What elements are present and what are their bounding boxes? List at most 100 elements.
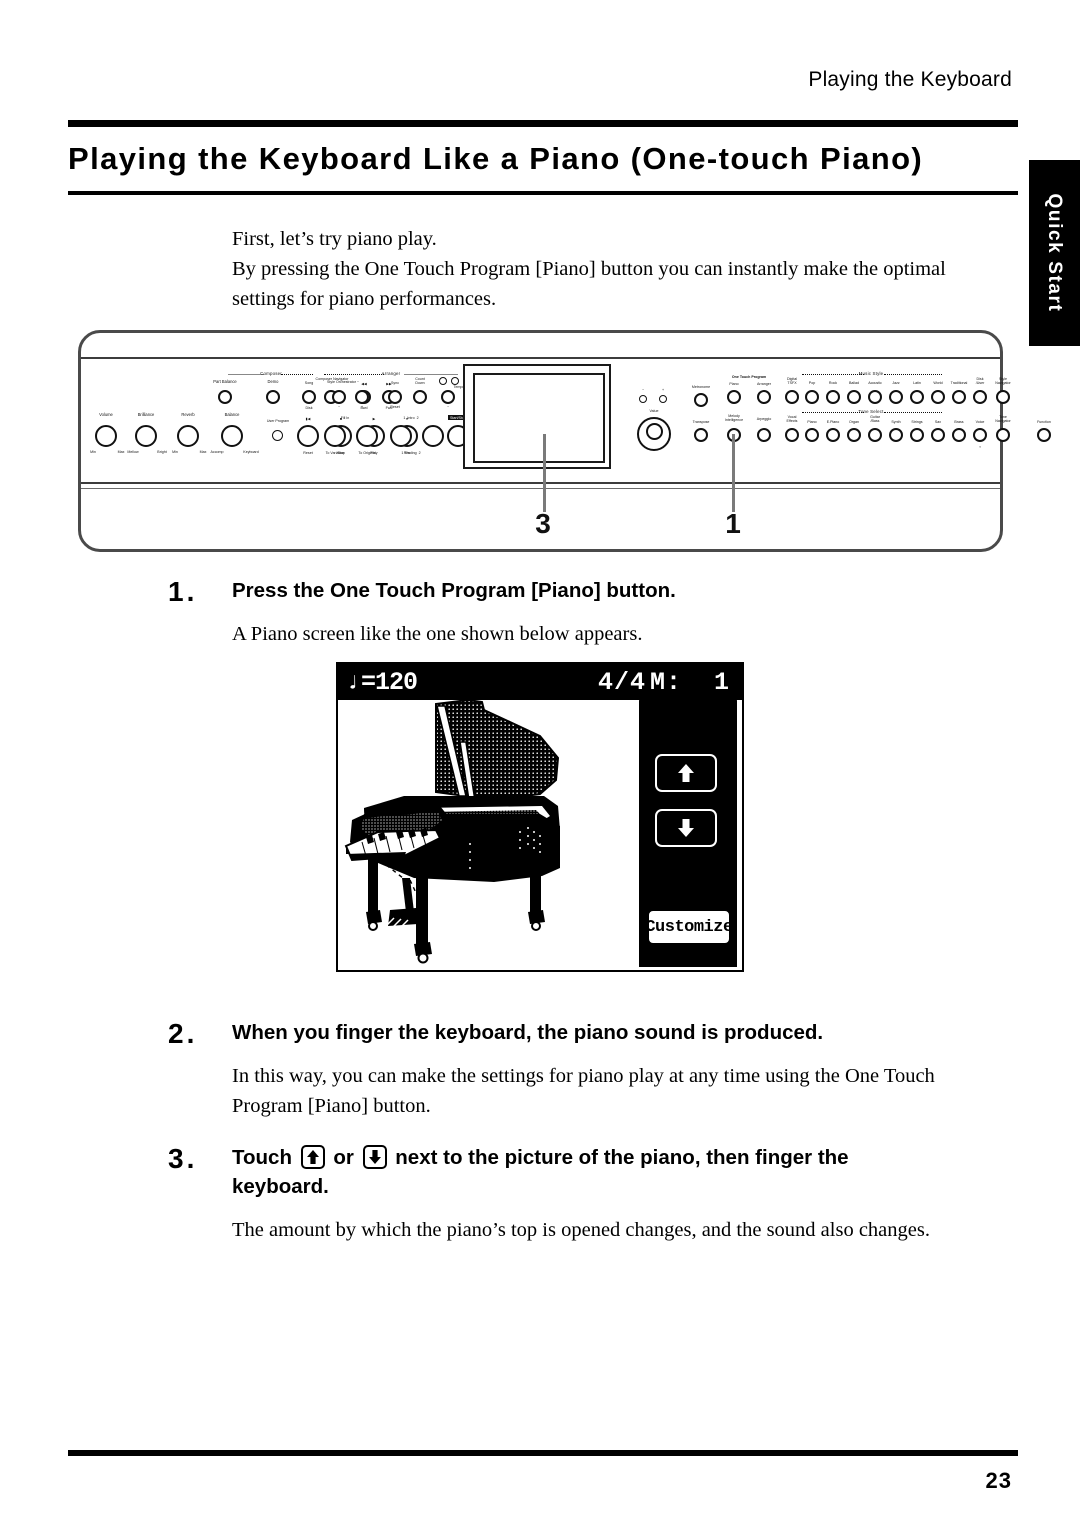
metronome-button[interactable] [694,393,708,407]
part-balance-button[interactable] [218,390,232,404]
function-button[interactable] [1037,428,1051,442]
composer-reset-button[interactable] [297,425,319,447]
count-down-button[interactable] [413,390,427,404]
callout-number-3: 3 [535,508,551,539]
arranger-dot-rule-left [324,374,384,376]
style-navigator-button[interactable] [996,390,1010,404]
tone-piano-button[interactable] [805,428,819,442]
tone-sax-button[interactable] [931,428,945,442]
inline-up-arrow-key[interactable] [300,1145,325,1169]
tone-organ-button[interactable] [847,428,861,442]
sync-label: Sync [391,381,399,385]
composer-song-button[interactable] [302,390,316,404]
tone-epiano-button[interactable] [826,428,840,442]
tone-brass-button[interactable] [952,428,966,442]
page-number: 23 [985,1468,1012,1493]
intro-2-ending-2-button[interactable] [422,425,444,447]
tone-voice-button[interactable] [973,428,987,442]
tempo-minus-button[interactable] [441,390,455,404]
grand-piano-illustration [344,698,560,964]
composer-bwd-icon: ◀◀ [361,382,367,386]
transpose-button[interactable] [694,428,708,442]
one-touch-program-arranger-button[interactable] [757,390,771,404]
step-2-body: In this way, you can make the settings f… [232,1061,968,1121]
composer-dot-rule-right [281,374,313,376]
title-rule-top [68,120,1018,127]
brilliance-knob[interactable] [135,425,157,447]
panel-lcd-display[interactable] [463,364,611,469]
digital-tsfx-button[interactable] [785,390,799,404]
intro-1-ending-1-button[interactable] [390,425,412,447]
music-style-jazz-button[interactable] [889,390,903,404]
volume-knob[interactable] [95,425,117,447]
one-touch-program-piano-button[interactable] [727,390,741,404]
step-2-number: 2. [168,1018,198,1049]
tone-epiano-label: E.Piano [826,420,840,424]
demo-button[interactable] [266,390,280,404]
callout-leader-3 [543,434,546,512]
music-style-acoustic-button[interactable] [868,390,882,404]
page-title: Playing the Keyboard Like a Piano (One-t… [68,141,924,176]
fill-in-to-variation-button[interactable] [324,425,346,447]
value-plus-button[interactable] [659,395,667,403]
lcd-customize-button[interactable]: Customize [645,909,733,945]
tone-strings-button[interactable] [910,428,924,442]
sync-button[interactable] [388,390,402,404]
step-3-heading-before: Touch [232,1146,292,1169]
down-arrow-icon [678,819,694,837]
music-style-disk-user-button[interactable] [973,390,987,404]
brilliance-label: Brilliance [137,412,155,417]
intro-line-1: First, let’s try piano play. [232,228,437,250]
style-orchestrator-minus-sign: − [337,405,341,409]
reverb-knob[interactable] [177,425,199,447]
tone-synth-label: Synth [891,420,901,424]
lcd-tempo-value: ♩=120 [347,668,418,697]
fill-in-to-original-button[interactable] [356,425,378,447]
composer-play-icon: ▶ [372,417,376,421]
arpeggio-button[interactable] [757,428,771,442]
value-minus-button[interactable] [639,395,647,403]
tone-navigator-label: Tone Navigator [995,415,1011,424]
up-arrow-icon [306,1150,319,1164]
tone-brass-label: Brass [954,420,964,424]
panel-lcd-display-screen[interactable] [473,373,605,463]
music-style-rock-button[interactable] [826,390,840,404]
user-program-button[interactable] [272,430,283,441]
inline-down-arrow-key[interactable] [362,1145,387,1169]
music-style-world-button[interactable] [931,390,945,404]
sync-reset-label: Reset [390,405,400,409]
vocal-effects-button[interactable] [785,428,799,442]
tone-guitar-bass-button[interactable] [868,428,882,442]
reverb-min-label: Min [172,450,178,454]
music-style-rock-label: Rock [828,381,838,385]
step-2-heading: When you finger the keyboard, the piano … [232,1021,824,1044]
brilliance-mellow-label: Mellow [127,450,139,454]
volume-min-label: Min [90,450,96,454]
lcd-down-arrow-button[interactable] [655,809,717,847]
composer-dot-rule-left [228,374,264,376]
tone-sax-label: Sax [934,420,942,424]
music-style-ballad-button[interactable] [847,390,861,404]
lcd-up-arrow-button[interactable] [655,754,717,792]
lcd-screenshot: ♩=120 4/4 M: 1 Customize [336,662,744,972]
volume-max-label: Max [117,450,125,454]
music-style-pop-button[interactable] [805,390,819,404]
balance-keyboard-label: Keyboard [243,450,259,454]
tone-navigator-button[interactable] [996,428,1010,442]
running-head: Playing the Keyboard [808,68,1012,91]
music-style-dot-rule-right [884,374,942,376]
style-orchestrator-plus-button[interactable] [355,390,369,404]
tone-guitar-bass-label: Guitar/Bass [870,415,880,424]
arpeggio-label: Arpeggio [756,417,772,421]
value-dial[interactable] [637,417,671,451]
music-style-traditional-button[interactable] [952,390,966,404]
transpose-label: Transpose [692,420,710,424]
tone-synth-button[interactable] [889,428,903,442]
balance-knob[interactable] [221,425,243,447]
style-orchestrator-minus-button[interactable] [332,390,346,404]
fill-in-label: Fill In [340,416,350,420]
one-touch-program-section-label: One Touch Program [731,375,767,379]
tone-organ-label: Organ [849,420,859,424]
tempo-led-1 [439,377,447,385]
music-style-latin-button[interactable] [910,390,924,404]
